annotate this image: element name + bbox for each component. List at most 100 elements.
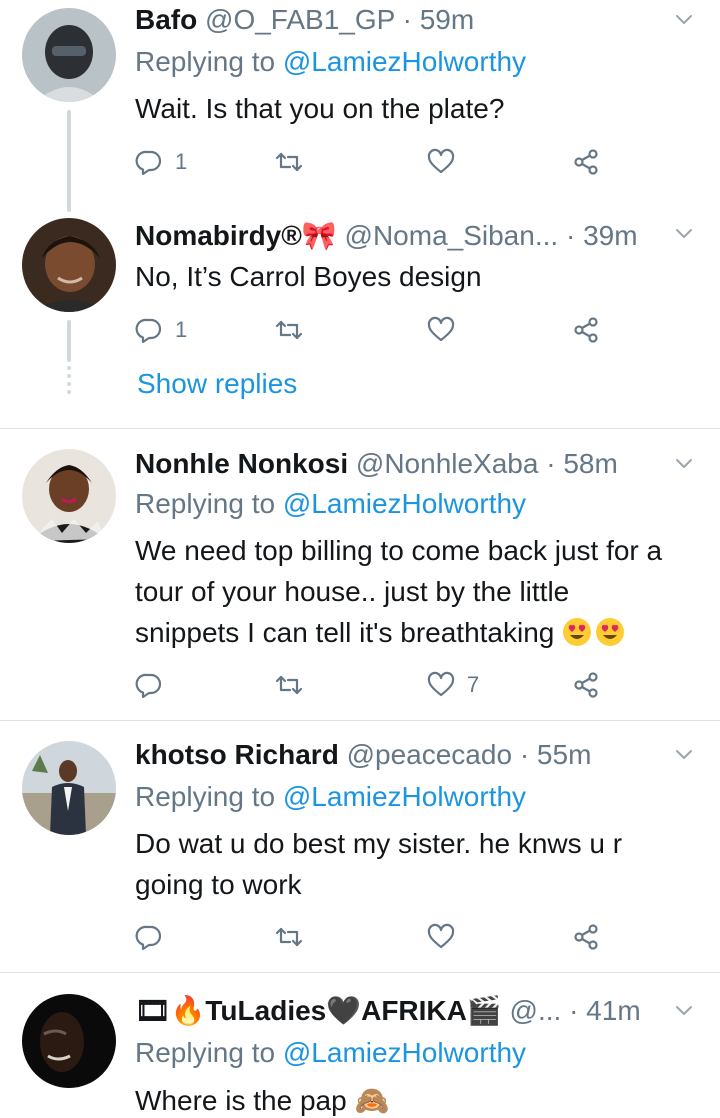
avatar[interactable] xyxy=(22,218,116,312)
retweet-icon xyxy=(275,675,303,695)
tweet-text-line: snippets I can tell it's breathtaking xyxy=(135,612,705,653)
display-name[interactable]: 🎞🔥TuLadies🖤AFRIKA🎬 xyxy=(135,995,502,1026)
share-icon xyxy=(574,317,598,343)
replying-to-label: Replying to xyxy=(135,46,276,77)
replying-to-label: Replying to xyxy=(135,488,276,519)
tweet-actions: 1 xyxy=(135,314,615,346)
chevron-down-icon[interactable] xyxy=(674,224,694,244)
tweet-text: We need top billing to come back just fo… xyxy=(135,530,705,653)
mention-link[interactable]: @LamiezHolworthy xyxy=(283,781,526,812)
tweet-text-line: tour of your house.. just by the little xyxy=(135,576,570,607)
share-button[interactable] xyxy=(572,314,600,346)
user-handle[interactable]: @NonhleXaba xyxy=(356,448,539,479)
share-button[interactable] xyxy=(572,669,600,701)
chevron-down-icon[interactable] xyxy=(674,745,694,765)
avatar[interactable] xyxy=(22,994,116,1088)
retweet-button[interactable] xyxy=(275,669,315,701)
replying-to: Replying to @LamiezHolworthy xyxy=(135,1036,526,1070)
like-button[interactable] xyxy=(427,921,467,953)
reply-count: 1 xyxy=(175,149,188,174)
tweet[interactable]: khotso Richard @peacecado · 55m Replying… xyxy=(0,721,720,972)
share-icon xyxy=(574,149,598,175)
replying-to: Replying to @LamiezHolworthy xyxy=(135,487,526,521)
timestamp[interactable]: 55m xyxy=(537,739,591,770)
reply-count: 1 xyxy=(175,317,188,342)
like-button[interactable] xyxy=(427,314,467,346)
retweet-button[interactable] xyxy=(275,921,315,953)
like-button[interactable] xyxy=(427,146,467,178)
user-handle[interactable]: @O_FAB1_GP xyxy=(205,4,395,35)
tweet-text-line: We need top billing to come back just fo… xyxy=(135,535,663,566)
heart-icon xyxy=(427,316,455,342)
separator-dot: · xyxy=(402,4,412,35)
like-count: 7 xyxy=(467,672,480,697)
reply-button[interactable] xyxy=(135,921,175,953)
share-icon xyxy=(574,672,598,698)
heart-icon xyxy=(427,671,455,697)
tweet-header: khotso Richard @peacecado · 55m xyxy=(135,738,660,772)
tweet-actions: 7 xyxy=(135,669,615,701)
tweet[interactable]: Nomabirdy®🎀 @Noma_Siban... · 39m No, It’… xyxy=(0,212,720,428)
tweet[interactable]: Nonhle Nonkosi @NonhleXaba · 58m Replyin… xyxy=(0,429,720,720)
heart-icon xyxy=(427,923,455,949)
display-name[interactable]: Bafo xyxy=(135,4,197,35)
avatar[interactable] xyxy=(22,449,116,543)
separator-dot: · xyxy=(565,220,576,251)
reply-icon xyxy=(135,673,162,699)
avatar[interactable] xyxy=(22,8,116,102)
tweet-text: Do wat u do best my sister. he knws u r … xyxy=(135,823,705,905)
retweet-icon xyxy=(275,152,303,172)
chevron-down-icon[interactable] xyxy=(674,454,694,474)
display-name[interactable]: Nomabirdy®🎀 xyxy=(135,220,337,251)
timestamp[interactable]: 41m xyxy=(586,995,640,1026)
tweet-header: Nonhle Nonkosi @NonhleXaba · 58m xyxy=(135,447,660,481)
heart-eyes-emoji xyxy=(563,618,592,646)
replying-to: Replying to @LamiezHolworthy xyxy=(135,45,526,79)
user-handle[interactable]: @... xyxy=(510,995,562,1026)
replying-to-label: Replying to xyxy=(135,1037,276,1068)
retweet-icon xyxy=(275,320,303,340)
retweet-icon xyxy=(275,927,303,947)
timestamp[interactable]: 39m xyxy=(583,220,637,251)
avatar[interactable] xyxy=(22,741,116,835)
share-button[interactable] xyxy=(572,146,600,178)
retweet-button[interactable] xyxy=(275,146,315,178)
heart-icon xyxy=(427,148,455,174)
tweet-header: Bafo @O_FAB1_GP · 59m xyxy=(135,3,660,37)
user-handle[interactable]: @Noma_Siban... xyxy=(345,220,559,251)
separator-dot: · xyxy=(546,448,556,479)
show-replies-link[interactable]: Show replies xyxy=(137,368,297,400)
reply-button[interactable]: 1 xyxy=(135,146,187,178)
chevron-down-icon[interactable] xyxy=(674,1001,694,1021)
user-handle[interactable]: @peacecado xyxy=(347,739,512,770)
reply-icon xyxy=(135,318,162,344)
tweet[interactable]: 🎞🔥TuLadies🖤AFRIKA🎬 @... · 41m Replying t… xyxy=(0,973,720,1118)
reply-button[interactable]: 1 xyxy=(135,314,187,346)
separator-dot: · xyxy=(519,739,530,770)
reply-icon xyxy=(135,925,162,951)
tweet-header: Nomabirdy®🎀 @Noma_Siban... · 39m xyxy=(135,219,660,253)
tweet-text-line: going to work xyxy=(135,869,302,900)
share-icon xyxy=(574,924,598,950)
timestamp[interactable]: 59m xyxy=(420,4,474,35)
tweet[interactable]: Bafo @O_FAB1_GP · 59m Replying to @Lamie… xyxy=(0,0,720,212)
like-button[interactable]: 7 xyxy=(427,669,479,701)
reply-button[interactable] xyxy=(135,669,175,701)
replying-to-label: Replying to xyxy=(135,781,276,812)
display-name[interactable]: khotso Richard xyxy=(135,739,339,770)
timestamp[interactable]: 58m xyxy=(563,448,617,479)
tweet-text: Wait. Is that you on the plate? xyxy=(135,93,505,124)
retweet-button[interactable] xyxy=(275,314,315,346)
replying-to: Replying to @LamiezHolworthy xyxy=(135,780,526,814)
mention-link[interactable]: @LamiezHolworthy xyxy=(283,46,526,77)
mention-link[interactable]: @LamiezHolworthy xyxy=(283,1037,526,1068)
tweet-text-fragment: snippets I can tell it's breathtaking xyxy=(135,617,555,648)
mention-link[interactable]: @LamiezHolworthy xyxy=(283,488,526,519)
chevron-down-icon[interactable] xyxy=(674,10,694,30)
tweet-actions xyxy=(135,921,615,953)
thread-line xyxy=(67,320,71,362)
tweet-text: Where is the pap 🙈 xyxy=(135,1085,390,1116)
tweet-text-line: Do wat u do best my sister. he knws u r xyxy=(135,828,623,859)
share-button[interactable] xyxy=(572,921,600,953)
display-name[interactable]: Nonhle Nonkosi xyxy=(135,448,348,479)
